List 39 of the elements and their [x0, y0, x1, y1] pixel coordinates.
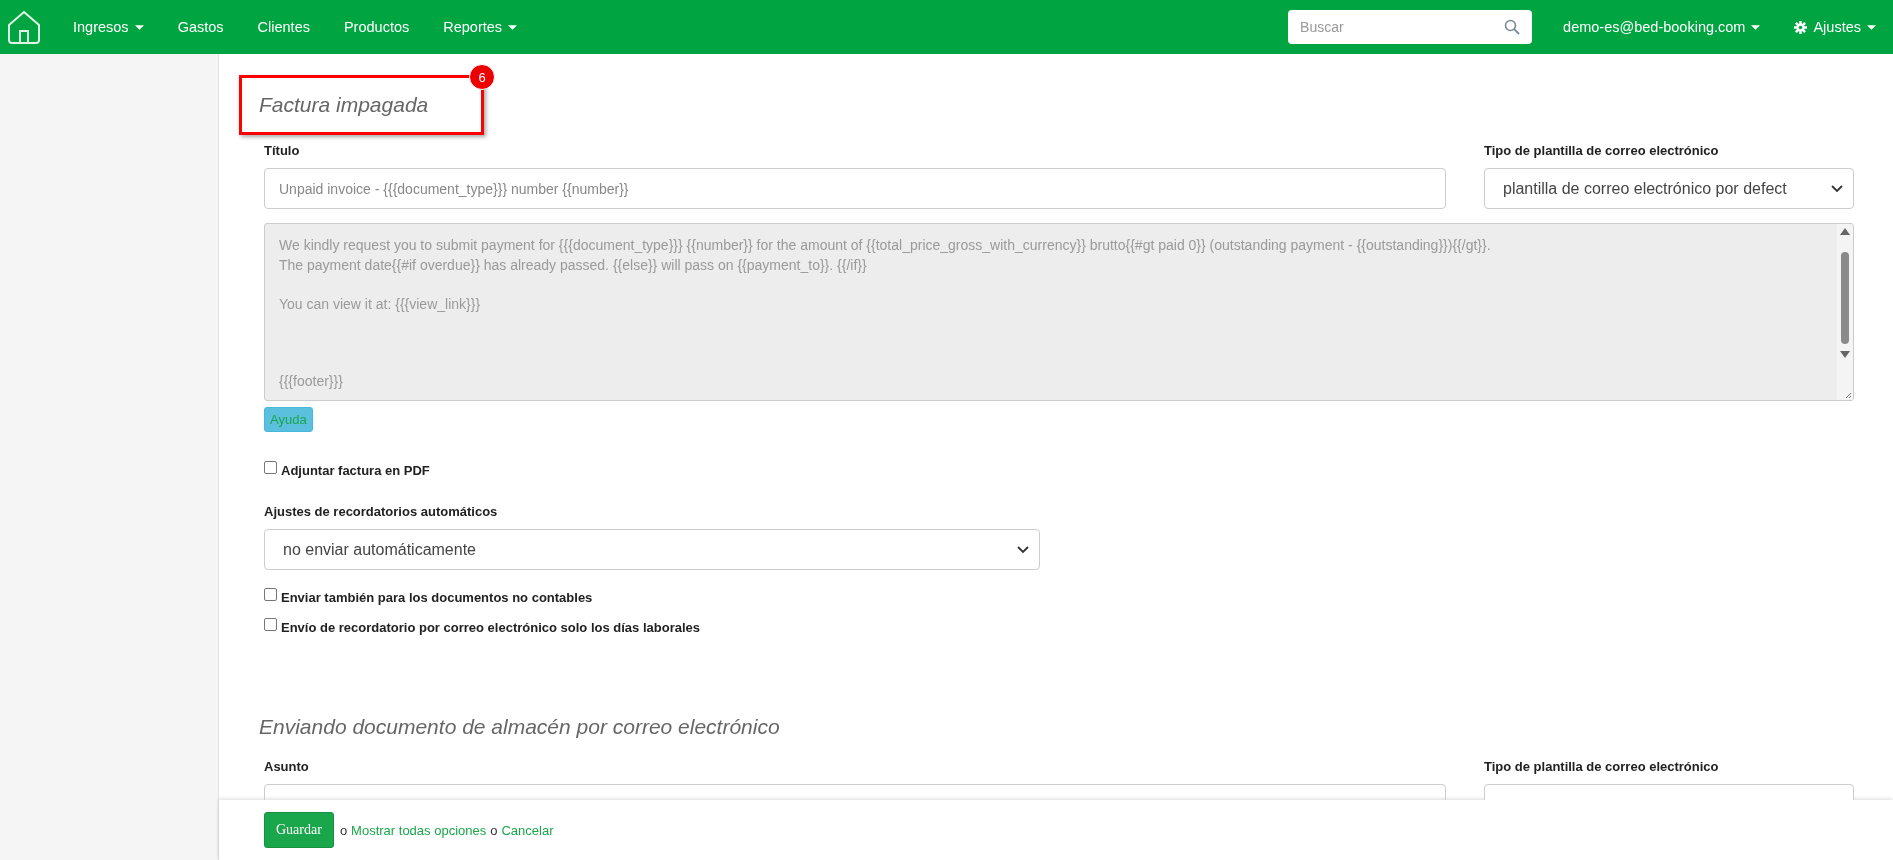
checkbox-label: Envío de recordatorio por correo electrónico solo los días laborales [281, 620, 700, 635]
nav-menu-item[interactable]: Ingresos [56, 19, 161, 35]
checkbox-label: Enviar también para los documentos no contables [281, 590, 593, 605]
cancel-link[interactable]: Cancelar [501, 822, 554, 838]
field-label: Tipo de plantilla de correo electrónico [1484, 759, 1720, 774]
field-label: Ajustes de recordatorios automáticos [264, 504, 499, 519]
annotation-badge: 6 [469, 64, 495, 90]
section-heading: Enviando documento de almacén por correo electrónico [259, 715, 781, 739]
chevron-icon [1017, 545, 1029, 554]
checkbox[interactable] [264, 618, 277, 631]
field-label: Título [264, 143, 301, 158]
home-icon [6, 9, 42, 45]
search-field[interactable]: Buscar [1288, 10, 1533, 44]
template-select[interactable]: plantilla de correo electrónico por defect [1484, 168, 1854, 209]
chevron-icon [1831, 184, 1843, 193]
text-line: You can view it at: {{{view_link}}} [279, 294, 482, 314]
show-all-link[interactable]: Mostrar todas opciones [351, 822, 487, 838]
field-label: Tipo de plantilla de correo electrónico [1484, 143, 1720, 158]
title-field[interactable]: Unpaid invoice - {{{document_type}}} number {{number}} [264, 168, 1446, 209]
separator-text: o [339, 822, 348, 838]
separator-text: o [490, 822, 498, 838]
field-label: Asunto [264, 759, 310, 774]
settings-menu[interactable]: Ajustes [1777, 19, 1893, 35]
nav-menu-item[interactable]: Reportes [426, 19, 535, 35]
reminder-select[interactable]: no enviar automáticamente [264, 529, 1040, 570]
save-button[interactable]: Guardar [264, 812, 334, 848]
text-line: {{{footer}}} [279, 372, 344, 391]
nav-menu-item[interactable]: Productos [326, 19, 427, 35]
nav-menu-item[interactable]: Gastos [160, 19, 241, 35]
checkbox-label: Adjuntar factura en PDF [281, 463, 430, 478]
text-line: We kindly request you to submit payment for {{{document_type}}} {{number}} for the amount of {{total_price_gross_with_currency}} brutto{{#gt paid 0}} (outstanding payment - {{outstanding}}){{/gt}}. [279, 236, 1492, 255]
account-menu[interactable]: demo-es@bed-booking.com [1546, 19, 1778, 35]
search-icon [1504, 19, 1521, 35]
nav-menu-item[interactable]: Clientes [240, 19, 327, 35]
settings-icon [1794, 20, 1808, 34]
checkbox[interactable] [264, 461, 277, 474]
section-heading: Factura impagada [259, 93, 429, 117]
text-line: The payment date{{#if overdue}} has already passed. {{else}} will pass on {{payment_to}}. {{/if}} [279, 255, 868, 275]
checkbox[interactable] [264, 588, 277, 601]
